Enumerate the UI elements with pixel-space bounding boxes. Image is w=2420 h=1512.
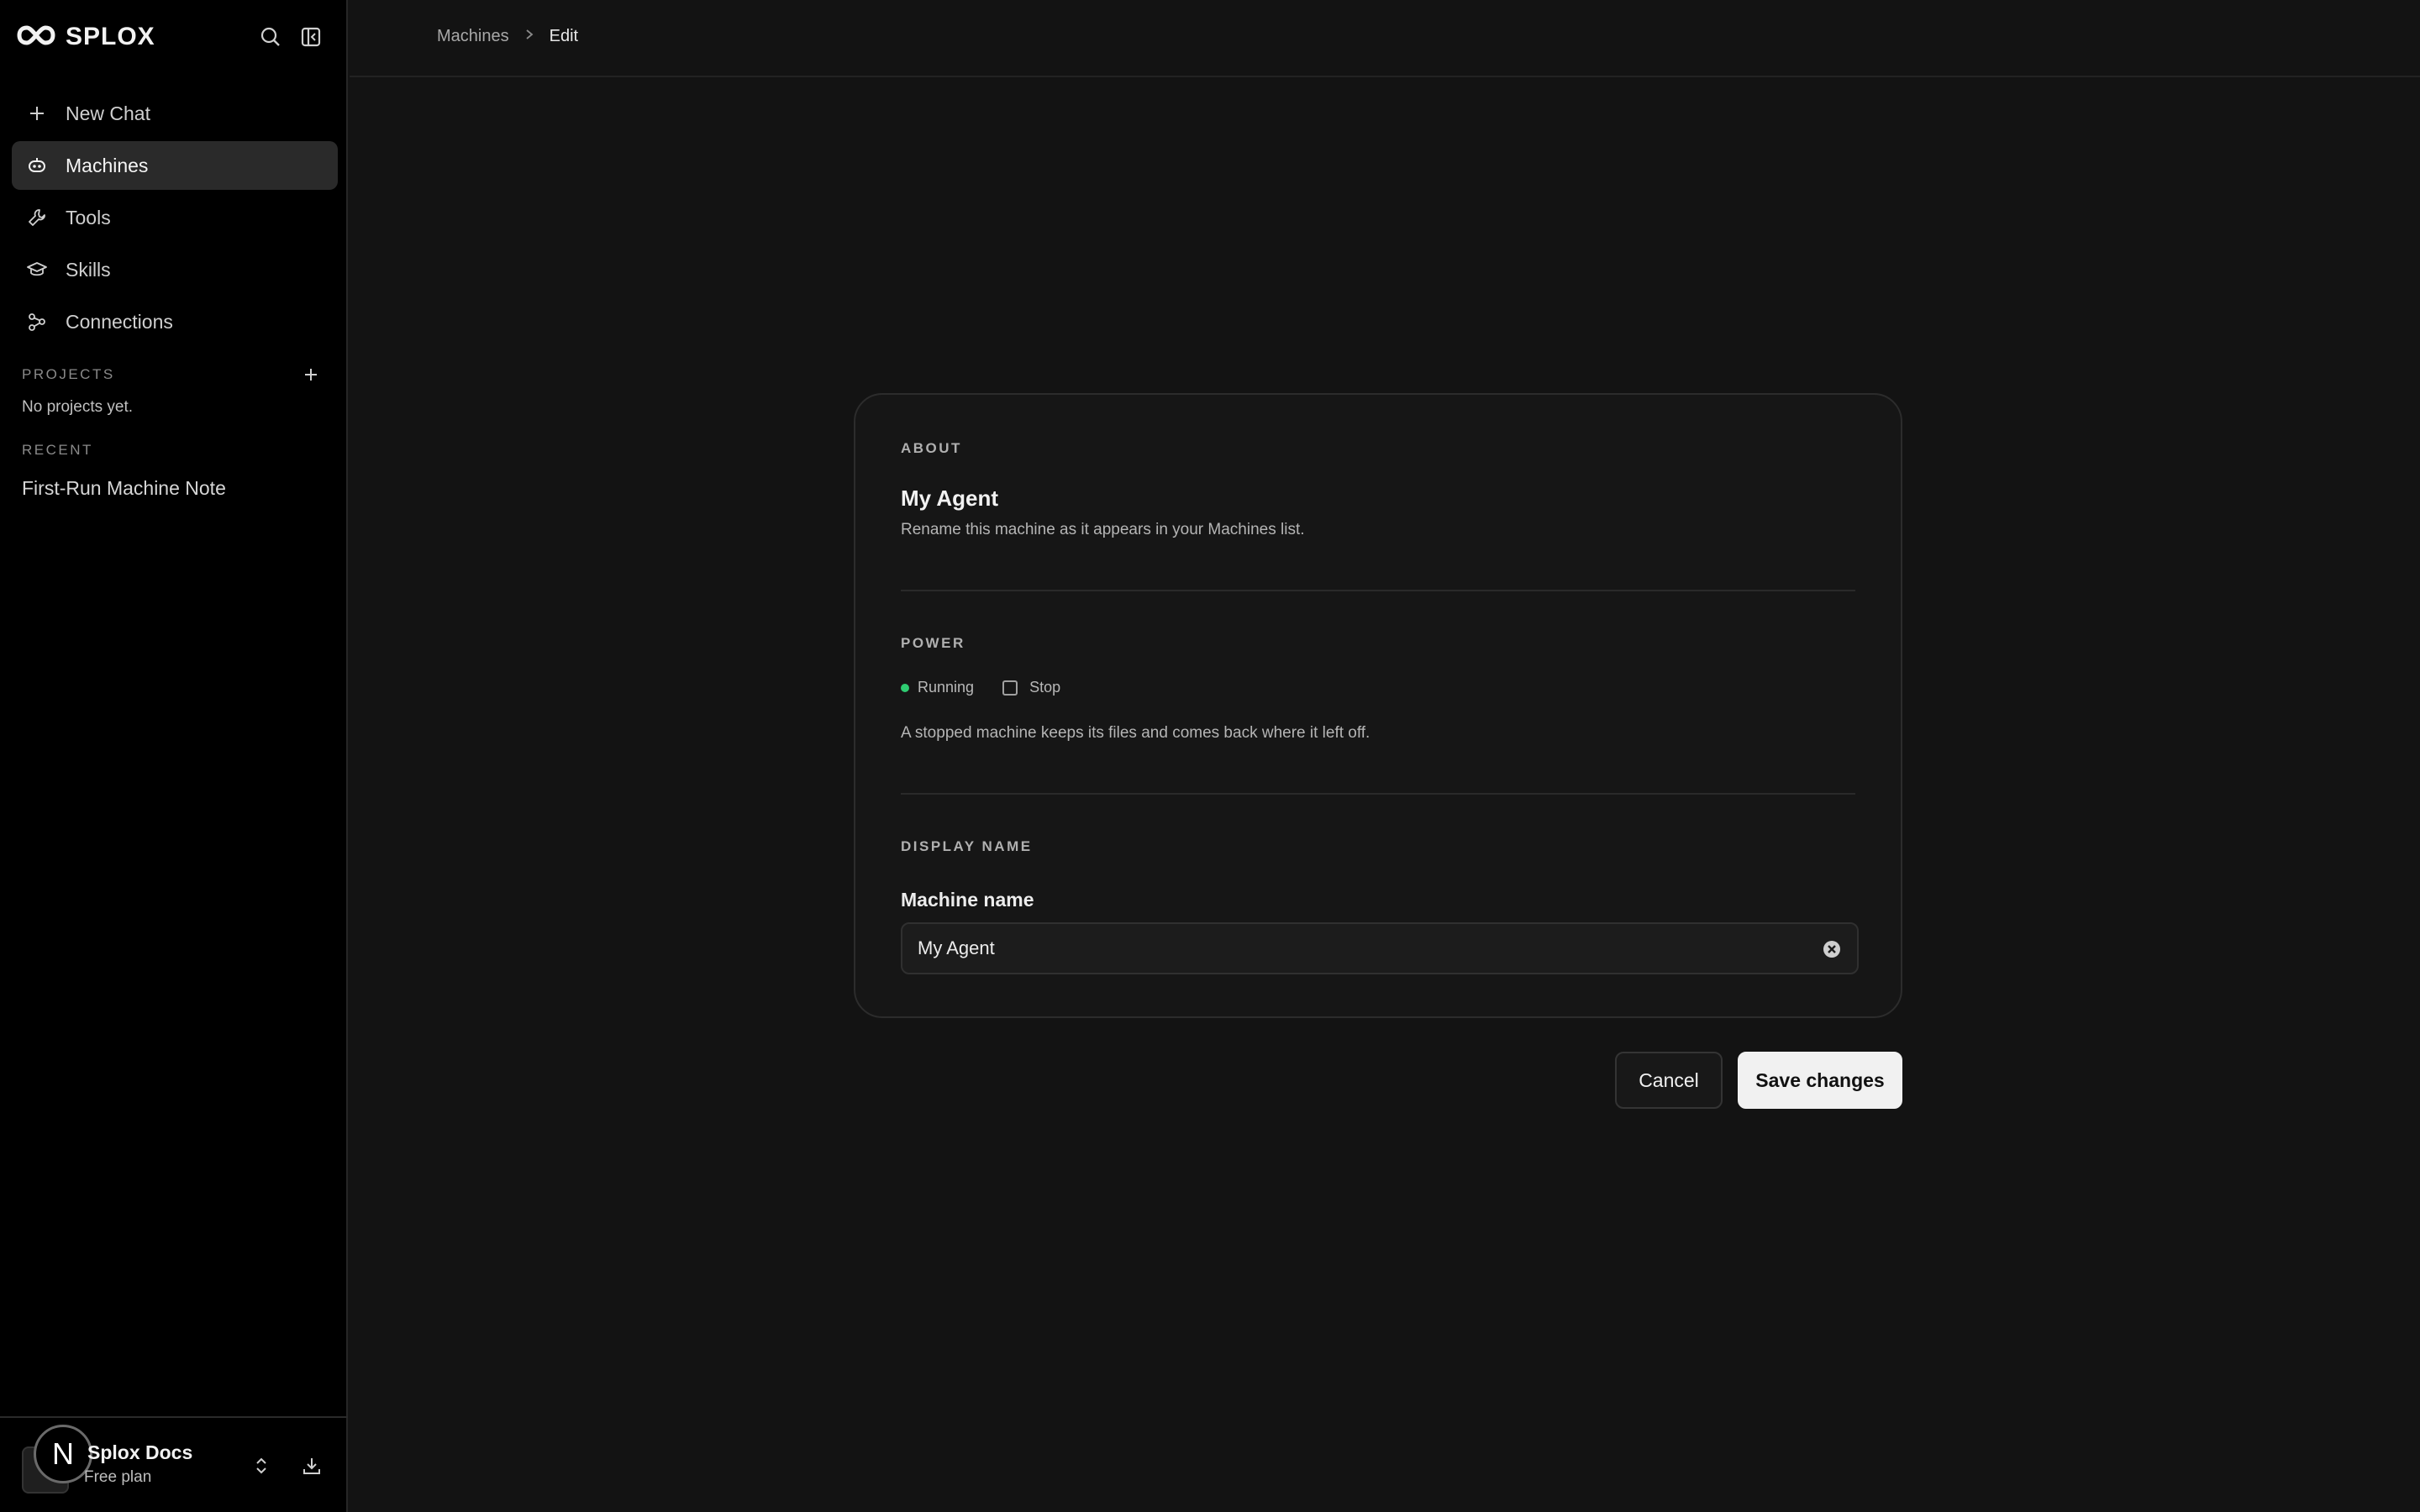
sidebar-toggle-icon[interactable] <box>297 24 324 50</box>
status-dot <box>901 683 909 692</box>
sidebar-item-machines[interactable]: Machines <box>12 141 338 190</box>
machine-edit-card: ABOUT My Agent Rename this machine as it… <box>854 393 1902 1018</box>
about-description: Rename this machine as it appears in you… <box>901 521 1305 538</box>
power-heading: POWER <box>901 635 965 651</box>
cancel-button[interactable]: Cancel <box>1615 1052 1723 1109</box>
about-heading: ABOUT <box>901 440 962 456</box>
recent-heading: RECENT <box>22 442 93 458</box>
sidebar: SPLOX New Chat Machines Tools Skills Con… <box>0 0 348 1512</box>
sidebar-item-label: Skills <box>66 258 111 281</box>
add-project-icon[interactable] <box>299 363 323 386</box>
machine-title: My Agent <box>901 486 999 511</box>
robot-icon <box>25 154 49 177</box>
section-divider <box>901 793 1855 795</box>
sidebar-nav: New Chat Machines Tools Skills Connectio… <box>12 89 338 349</box>
power-controls: Running Stop <box>901 679 1060 696</box>
sidebar-item-connections[interactable]: Connections <box>12 297 338 346</box>
machine-name-label: Machine name <box>901 889 1034 911</box>
display-name-heading: DISPLAY NAME <box>901 838 1033 854</box>
workspace-name: Splox Docs <box>87 1441 193 1463</box>
clear-input-icon[interactable] <box>1822 939 1842 959</box>
chevron-up-down-icon[interactable] <box>249 1453 274 1478</box>
machine-name-input[interactable] <box>902 924 1857 973</box>
projects-empty-text: No projects yet. <box>22 398 133 416</box>
stop-button[interactable]: Stop <box>1029 679 1060 696</box>
sidebar-item-label: Tools <box>66 206 111 228</box>
download-icon[interactable] <box>299 1453 324 1478</box>
recent-item[interactable]: First-Run Machine Note <box>22 477 226 500</box>
connections-icon <box>25 310 49 333</box>
projects-heading: PROJECTS <box>22 366 115 382</box>
machine-name-field-wrapper <box>901 922 1859 974</box>
save-button[interactable]: Save changes <box>1738 1052 1902 1109</box>
plus-icon <box>25 102 49 125</box>
sidebar-item-label: Machines <box>66 154 149 176</box>
workspace-switcher[interactable]: N Splox Docs Free plan <box>0 1416 348 1512</box>
power-description: A stopped machine keeps its files and co… <box>901 724 1370 742</box>
sidebar-item-label: New Chat <box>66 102 150 124</box>
sidebar-item-label: Connections <box>66 310 173 333</box>
chevron-right-icon <box>524 27 534 46</box>
sidebar-item-new-chat[interactable]: New Chat <box>12 89 338 138</box>
workspace-plan: Free plan <box>84 1468 152 1486</box>
sidebar-item-tools[interactable]: Tools <box>12 193 338 242</box>
infinity-logo-icon <box>17 24 55 50</box>
breadcrumb-current: Edit <box>549 27 579 45</box>
section-divider <box>901 590 1855 591</box>
stop-icon[interactable] <box>1002 680 1018 696</box>
sidebar-item-skills[interactable]: Skills <box>12 245 338 294</box>
breadcrumb: Machines Edit <box>437 27 578 46</box>
top-bar: Machines Edit <box>350 0 2420 77</box>
graduation-cap-icon <box>25 258 49 281</box>
wrench-icon <box>25 206 49 229</box>
brand-name: SPLOX <box>66 23 155 50</box>
status-running: Running <box>918 679 975 696</box>
breadcrumb-machines[interactable]: Machines <box>437 27 509 46</box>
search-icon[interactable] <box>257 24 284 50</box>
brand-logo[interactable]: SPLOX <box>17 20 155 54</box>
